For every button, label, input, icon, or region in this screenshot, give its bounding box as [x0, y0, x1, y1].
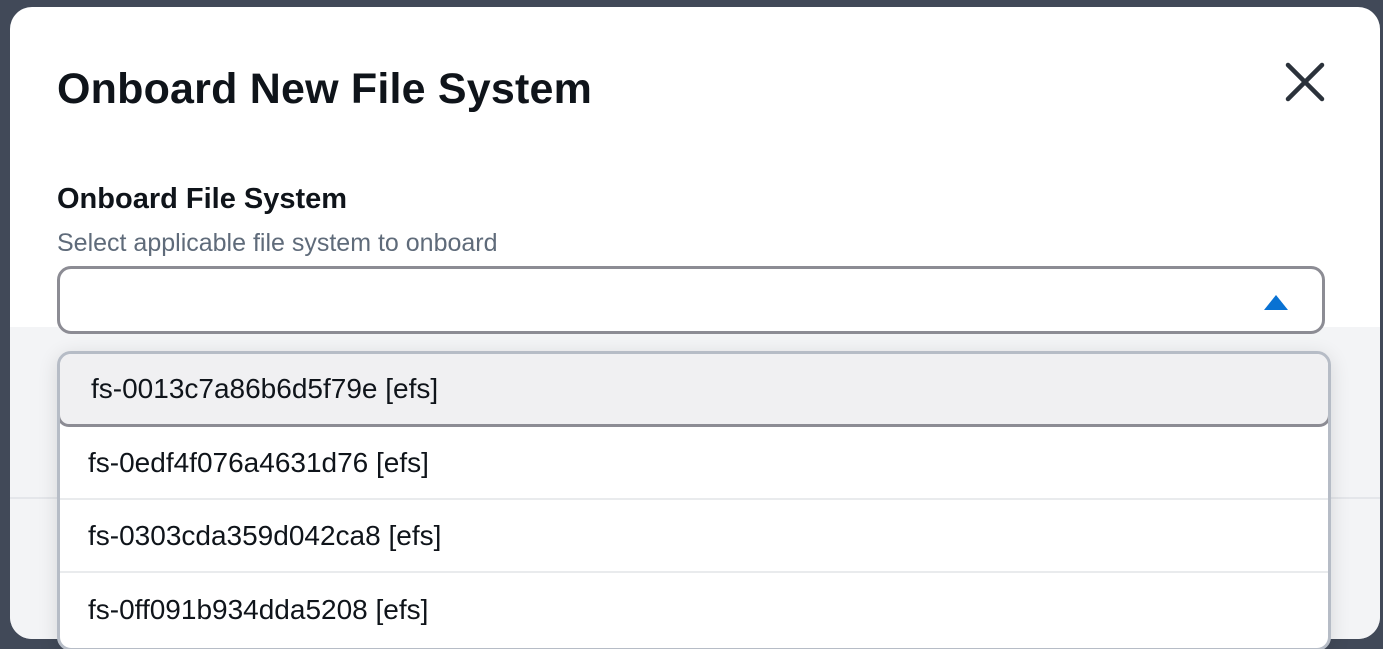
dropdown-option[interactable]: fs-0303cda359d042ca8 [efs]	[60, 500, 1328, 573]
option-label: fs-0303cda359d042ca8 [efs]	[88, 519, 442, 551]
dropdown-option[interactable]: fs-0013c7a86b6d5f79e [efs]	[60, 354, 1328, 427]
close-button[interactable]	[1282, 59, 1328, 105]
option-label: fs-0ff091b934dda5208 [efs]	[88, 593, 429, 625]
file-system-select[interactable]	[57, 266, 1325, 334]
field-description: Select applicable file system to onboard	[57, 229, 498, 257]
option-label: fs-0013c7a86b6d5f79e [efs]	[91, 373, 439, 404]
field-label: Onboard File System	[57, 183, 348, 215]
close-icon	[1285, 62, 1325, 102]
file-system-dropdown: fs-0013c7a86b6d5f79e [efs] fs-0edf4f076a…	[57, 351, 1331, 649]
dropdown-option[interactable]: fs-0ff091b934dda5208 [efs]	[60, 573, 1328, 646]
modal-title: Onboard New File System	[57, 65, 593, 113]
dropdown-option[interactable]: fs-0edf4f076a4631d76 [efs]	[60, 427, 1328, 500]
caret-up-icon	[1264, 295, 1288, 310]
option-label: fs-0edf4f076a4631d76 [efs]	[88, 446, 429, 478]
